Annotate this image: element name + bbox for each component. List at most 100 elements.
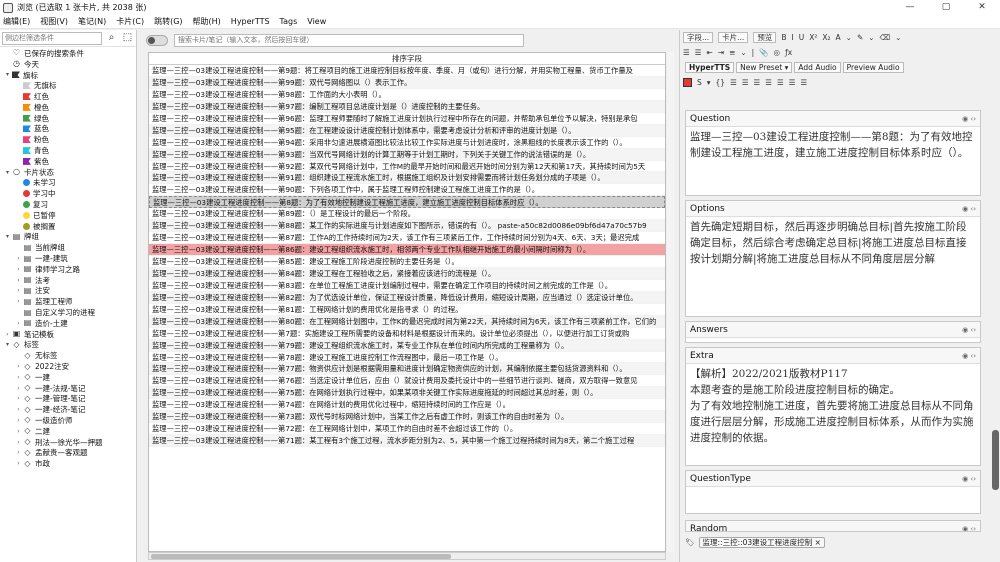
table-row[interactable]: 监理—三控—03建设工程进度控制——第83题：在单位工程施工进度计划编制过程中，…: [149, 280, 665, 292]
expand-arrow-icon[interactable]: ›: [14, 363, 23, 370]
sidebar-item[interactable]: ▤ 当前牌组: [0, 242, 136, 253]
align-icon[interactable]: ☰: [765, 78, 772, 87]
hypertts-button[interactable]: Add Audio: [794, 62, 841, 73]
search-icon[interactable]: ⌕: [105, 32, 118, 45]
toolbar-button[interactable]: X₂: [822, 33, 830, 42]
field-toggle-icon[interactable]: ◉ ‹›: [962, 205, 976, 213]
sidebar-item[interactable]: › ▤ 造价-土建: [0, 318, 136, 329]
expand-arrow-icon[interactable]: ›: [3, 331, 12, 338]
table-row[interactable]: 监理—三控—03建设工程进度控制——第82题：为了优选设计单位，保证工程设计质量…: [149, 291, 665, 304]
align-icon[interactable]: ☰: [777, 78, 784, 87]
table-vertical-scrollbar[interactable]: [667, 52, 674, 552]
table-row[interactable]: 监理—三控—03建设工程进度控制——第7题：实施建设工程所需要的设备和材料是根据…: [149, 328, 665, 340]
sidebar-item[interactable]: 橙色: [0, 102, 136, 113]
toolbar-button[interactable]: B: [781, 33, 786, 42]
sidebar-item[interactable]: ▾ 旗标: [0, 70, 136, 81]
sidebar-item[interactable]: 青色: [0, 145, 136, 156]
sidebar-item[interactable]: › ◇ 孟献贵—客观题: [0, 447, 136, 458]
tag-remove-icon[interactable]: ×: [815, 538, 821, 547]
table-row[interactable]: 监理—三控—03建设工程进度控制——第87题：工作A的工作持续时间为2天，该工作…: [149, 232, 665, 245]
sidebar-item[interactable]: ◇ 无标签: [0, 350, 136, 361]
sidebar-item[interactable]: 紫色: [0, 156, 136, 167]
close-button[interactable]: ✕: [964, 0, 1000, 15]
table-row[interactable]: 监理—三控—03建设工程进度控制——第79题：建设工程组织流水施工时，某专业工作…: [149, 339, 665, 352]
maximize-button[interactable]: ▢: [928, 0, 964, 15]
expand-arrow-icon[interactable]: ▾: [3, 71, 12, 78]
table-row[interactable]: 监理—三控—03建设工程进度控制——第97题：编制工程项目总进度计划是（）进度控…: [149, 100, 665, 113]
field-editor[interactable]: 【解析】2022/2021版教材P117 本题考查的是施工阶段进度控制目标的确定…: [686, 364, 980, 448]
toolbar-button[interactable]: ≡: [729, 48, 735, 57]
sidebar-item[interactable]: › ◇ 2022注安: [0, 361, 136, 372]
expand-arrow-icon[interactable]: ›: [14, 277, 23, 284]
hypertts-button[interactable]: HyperTTS: [685, 62, 735, 73]
sidebar-item[interactable]: › ◇ 市政: [0, 458, 136, 469]
sidebar-item[interactable]: ▾ ○ 卡片状态: [0, 167, 136, 178]
toolbar-button[interactable]: ⇤: [706, 48, 712, 57]
table-horizontal-scrollbar[interactable]: [148, 552, 666, 560]
table-row[interactable]: 监理—三控—03建设工程进度控制——第86题：建设工程组织流水施工时，相邻两个专…: [149, 244, 665, 256]
field-toggle-icon[interactable]: ◉ ‹›: [962, 326, 976, 334]
table-row[interactable]: 监理—三控—03建设工程进度控制——第95题：在工程建设设计进度控制计划体系中，…: [149, 124, 665, 137]
sidebar-item[interactable]: › ▤ 监理工程师: [0, 296, 136, 307]
table-row[interactable]: 监理—三控—03建设工程进度控制——第96题：监理工程师要随时了解施工进度计划执…: [149, 113, 665, 125]
align-icon[interactable]: ☰: [800, 78, 807, 87]
field-toggle-icon[interactable]: ◉ ‹›: [962, 475, 976, 483]
field-editor[interactable]: [686, 487, 980, 491]
align-icon[interactable]: {}: [716, 78, 726, 87]
toolbar-button[interactable]: 卡片...: [718, 32, 749, 43]
expand-arrow-icon[interactable]: ›: [14, 266, 23, 273]
sidebar-item[interactable]: 绿色: [0, 113, 136, 124]
menu-item[interactable]: 笔记(N): [78, 16, 106, 27]
menu-item[interactable]: 跳转(G): [154, 16, 182, 27]
card-search-input[interactable]: [174, 33, 524, 47]
sidebar-item[interactable]: › ◇ 一建: [0, 372, 136, 383]
toolbar-button[interactable]: A: [836, 33, 841, 42]
sidebar-item[interactable]: ◷ 今天: [0, 59, 136, 70]
table-row[interactable]: 监理—三控—03建设工程进度控制——第9题：将工程项目的施工进度控制目标按年度、…: [149, 65, 665, 77]
sidebar-item[interactable]: › ◇ 一建-管理-笔记: [0, 394, 136, 405]
sidebar-item[interactable]: 复习: [0, 199, 136, 210]
cards-notes-toggle[interactable]: [146, 34, 168, 46]
table-row[interactable]: 监理—三控—03建设工程进度控制——第8题：为了有效地控制建设工程施工进度，建立…: [149, 196, 665, 209]
select-tool-icon[interactable]: ⬚: [121, 32, 134, 45]
editor-scrollbar[interactable]: [991, 30, 1000, 562]
sidebar-item[interactable]: › ▤ 一建-建筑: [0, 253, 136, 264]
align-icon[interactable]: ☰: [742, 78, 749, 87]
sidebar-item[interactable]: › ▤ 律师学习之路: [0, 264, 136, 275]
expand-arrow-icon[interactable]: ›: [14, 395, 23, 402]
table-row[interactable]: 监理—三控—03建设工程进度控制——第94题：采用非匀速进展横道图比较法比较工作…: [149, 137, 665, 149]
menu-item[interactable]: 帮助(H): [193, 16, 221, 27]
table-row[interactable]: 监理—三控—03建设工程进度控制——第80题：在工程网络计划图中，工作K的最迟完…: [149, 315, 665, 328]
field-toggle-icon[interactable]: ◉ ‹›: [962, 352, 976, 360]
menu-item[interactable]: 编辑(E): [3, 16, 30, 27]
toolbar-button[interactable]: ⇥: [718, 48, 724, 57]
sidebar-item[interactable]: 红色: [0, 91, 136, 102]
align-icon[interactable]: ☰: [789, 78, 796, 87]
expand-arrow-icon[interactable]: ›: [14, 417, 23, 424]
menu-item[interactable]: Tags: [280, 17, 298, 26]
hypertts-button[interactable]: New Preset ▾: [736, 62, 793, 73]
sidebar-item[interactable]: 无旗标: [0, 80, 136, 91]
table-row[interactable]: 监理—三控—03建设工程进度控制——第84题：建设工程在工程验收之后，紧接着应该…: [149, 267, 665, 280]
align-icon[interactable]: ☰: [730, 78, 737, 87]
field-toggle-icon[interactable]: ◉ ‹›: [962, 525, 976, 532]
sidebar-item[interactable]: › ◇ 一建-法规-笔记: [0, 383, 136, 394]
toolbar-button[interactable]: ⌄: [846, 33, 852, 42]
toolbar-button[interactable]: |: [752, 48, 755, 57]
sidebar-item[interactable]: 被搁置: [0, 221, 136, 232]
expand-arrow-icon[interactable]: ›: [14, 439, 23, 446]
expand-arrow-icon[interactable]: ▾: [3, 341, 12, 348]
sidebar-search-input[interactable]: [2, 31, 102, 45]
menu-item[interactable]: View: [307, 17, 326, 26]
toolbar-button[interactable]: ⌫: [880, 33, 891, 42]
sidebar-item[interactable]: ♡ 已保存的搜索条件: [0, 48, 136, 59]
table-row[interactable]: 监理—三控—03建设工程进度控制——第78题：建设工程施工进度控制工作流程图中，…: [149, 352, 665, 364]
sidebar-item[interactable]: › ◇ 刑法—徐光华—押题: [0, 437, 136, 448]
expand-arrow-icon[interactable]: ›: [14, 460, 23, 467]
toolbar-button[interactable]: ☰: [695, 48, 702, 57]
field-editor[interactable]: 首先确定短期目标，然后再逐步明确总目标|首先按施工阶段确定目标，然后综合考虑确定…: [686, 217, 980, 269]
toolbar-button[interactable]: ⌄: [740, 48, 746, 57]
expand-arrow-icon[interactable]: ›: [14, 385, 23, 392]
sidebar-item[interactable]: › ◇ 二建: [0, 426, 136, 437]
column-header-sort-field[interactable]: 排序字段: [149, 53, 665, 65]
